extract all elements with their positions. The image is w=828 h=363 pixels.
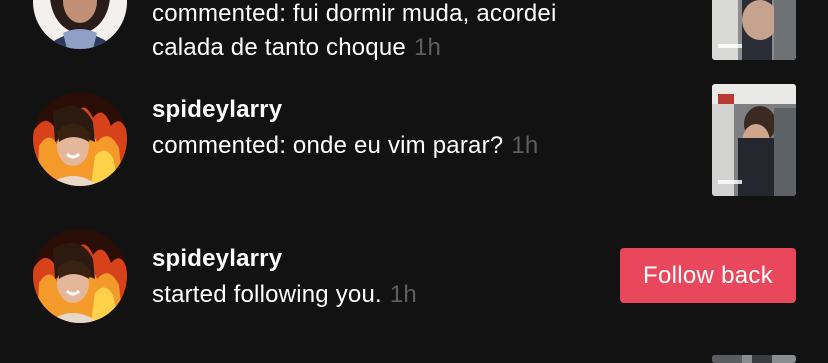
notification-message-continued: calada de tanto choque 1h <box>152 31 692 65</box>
notification-username[interactable]: spideylarry <box>152 95 692 125</box>
notification-message: commented: onde eu vim parar? <box>152 132 504 159</box>
notification-message-line: started following you. 1h <box>152 278 692 312</box>
video-thumbnail[interactable] <box>712 0 796 60</box>
notification-time: 1h <box>511 132 539 159</box>
notification-username[interactable]: spideylarry <box>152 244 692 274</box>
notification-message: started following you. <box>152 281 382 308</box>
notification-message-line: commented: onde eu vim parar? 1h <box>152 129 692 163</box>
avatar[interactable] <box>33 92 127 186</box>
notification-message-text: calada de tanto choque <box>152 34 406 61</box>
notification-time: 1h <box>389 281 417 308</box>
avatar[interactable] <box>33 229 127 323</box>
avatar[interactable] <box>33 0 127 49</box>
notification-time: 1h <box>413 34 442 61</box>
follow-back-button[interactable]: Follow back <box>620 248 796 303</box>
notification-message: commented: fui dormir muda, acordei <box>152 0 557 27</box>
video-thumbnail[interactable] <box>712 355 796 363</box>
video-thumbnail[interactable] <box>712 84 796 196</box>
